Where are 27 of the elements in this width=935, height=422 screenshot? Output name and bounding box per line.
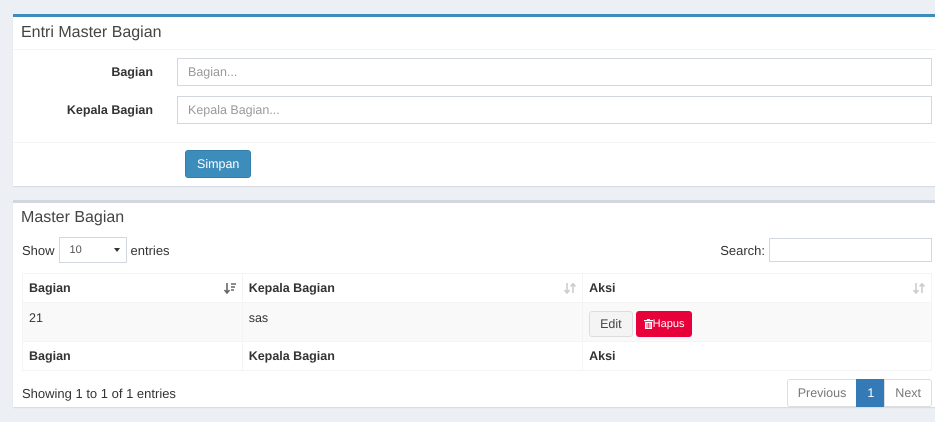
table-cell: sas <box>248 311 268 325</box>
save-button[interactable]: Simpan <box>185 150 252 178</box>
trash-icon <box>644 319 653 329</box>
caret-icon <box>114 248 120 252</box>
column-header[interactable]: Aksi <box>589 281 616 295</box>
page-button[interactable]: 1 <box>856 379 886 407</box>
search-label: Search: <box>720 242 765 258</box>
column-header[interactable]: Kepala Bagian <box>248 281 335 295</box>
panel-title: Entri Master Bagian <box>21 24 162 41</box>
column-header[interactable]: Bagian <box>29 281 71 295</box>
sort-icon[interactable] <box>224 282 236 294</box>
field-label: Bagian <box>110 65 154 79</box>
page-size-select[interactable]: 10 <box>58 237 127 263</box>
panel-title: Master Bagian <box>21 209 124 226</box>
input-field[interactable]: Kepala Bagian... <box>177 96 932 124</box>
show-label: Show <box>22 242 55 258</box>
column-footer: Kepala Bagian <box>248 349 335 363</box>
entries-label: entries <box>130 242 170 258</box>
delete-button[interactable]: Hapus <box>636 311 692 337</box>
field-label: Kepala Bagian <box>66 103 154 117</box>
search-field[interactable] <box>769 238 932 262</box>
input-field[interactable]: Bagian... <box>177 58 932 86</box>
table-cell: 21 <box>29 311 43 325</box>
column-footer: Aksi <box>589 349 616 363</box>
table-info: Showing 1 to 1 of 1 entries <box>22 386 176 400</box>
column-footer: Bagian <box>29 349 71 363</box>
edit-button[interactable]: Edit <box>589 311 633 337</box>
